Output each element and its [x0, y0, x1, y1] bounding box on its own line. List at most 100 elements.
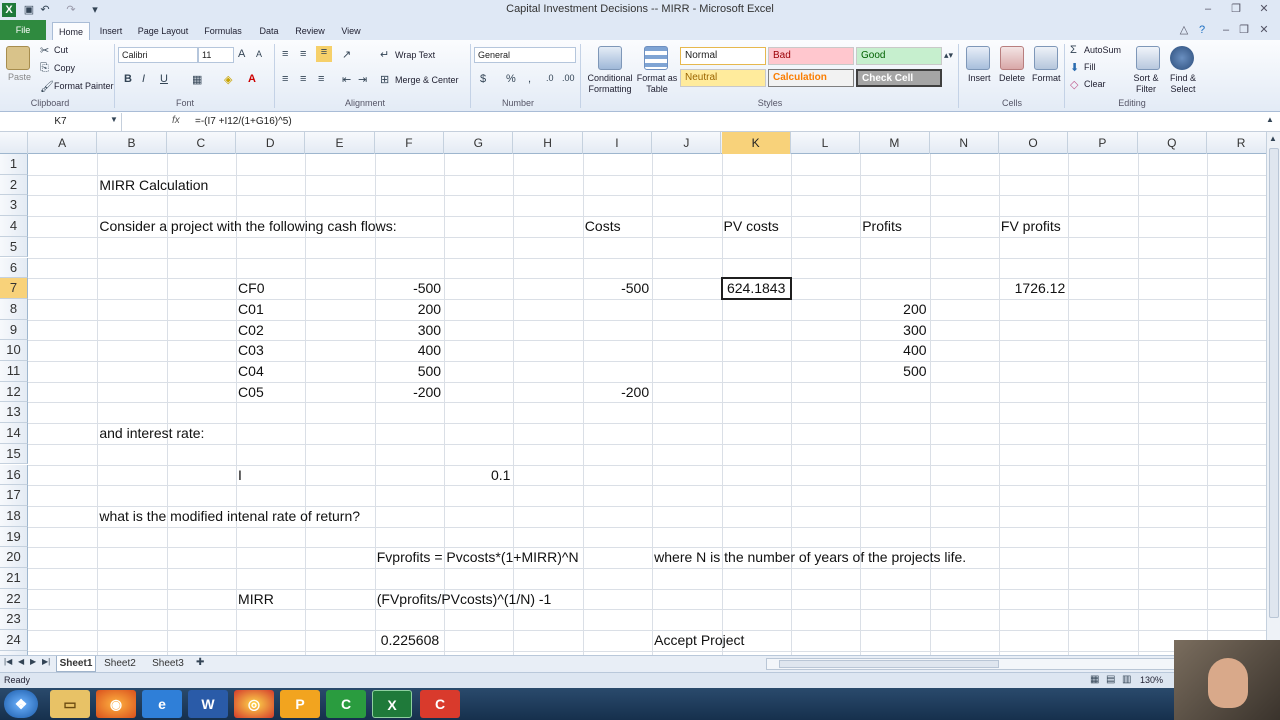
- column-header-o[interactable]: O: [999, 132, 1069, 154]
- column-header-a[interactable]: A: [28, 132, 98, 154]
- tab-home[interactable]: Home: [52, 22, 90, 40]
- format-button[interactable]: Format: [1032, 73, 1061, 83]
- styles-scroll-icon[interactable]: ▴▾: [944, 50, 953, 61]
- cell-m11[interactable]: 500: [860, 361, 926, 382]
- cell-m9[interactable]: 300: [860, 320, 926, 341]
- cell-j24[interactable]: Accept Project: [654, 630, 744, 651]
- style-bad[interactable]: Bad: [768, 47, 854, 65]
- style-good[interactable]: Good: [856, 47, 942, 65]
- insert-function-icon[interactable]: fx: [172, 115, 180, 126]
- row-header-4[interactable]: 4: [0, 216, 28, 237]
- insert-button[interactable]: Insert: [968, 73, 991, 83]
- style-neutral[interactable]: Neutral: [680, 69, 766, 87]
- row-header-10[interactable]: 10: [0, 340, 28, 361]
- column-header-d[interactable]: D: [236, 132, 306, 154]
- row-header-16[interactable]: 16: [0, 464, 28, 486]
- align-right-icon[interactable]: ≡: [318, 73, 324, 85]
- cell-k4[interactable]: PV costs: [724, 216, 779, 237]
- tab-page-layout[interactable]: Page Layout: [134, 22, 192, 40]
- tab-insert[interactable]: Insert: [94, 22, 128, 40]
- tab-data[interactable]: Data: [254, 22, 284, 40]
- row-header-19[interactable]: 19: [0, 526, 28, 548]
- align-center-icon[interactable]: ≡: [300, 73, 306, 85]
- delete-cells-icon[interactable]: [1000, 46, 1024, 70]
- cell-d10[interactable]: C03: [238, 340, 264, 361]
- column-header-i[interactable]: I: [583, 132, 653, 154]
- row-header-9[interactable]: 9: [0, 319, 28, 341]
- paste-icon[interactable]: [6, 46, 30, 70]
- expand-formula-bar-icon[interactable]: ▲: [1266, 115, 1274, 124]
- column-header-c[interactable]: C: [167, 132, 237, 154]
- binoculars-icon[interactable]: [1170, 46, 1194, 70]
- horizontal-scroll-thumb[interactable]: [779, 660, 999, 668]
- cell-m10[interactable]: 400: [860, 340, 926, 361]
- cell-d11[interactable]: C04: [238, 361, 264, 382]
- align-bottom-icon[interactable]: ≡: [316, 46, 332, 62]
- orientation-icon[interactable]: ↗: [342, 48, 351, 61]
- find-select-button[interactable]: Find & Select: [1164, 73, 1202, 95]
- format-as-table-button[interactable]: Format as Table: [636, 73, 678, 95]
- cell-i4[interactable]: Costs: [585, 216, 621, 237]
- cell-d9[interactable]: C02: [238, 320, 264, 341]
- workbook-minimize-icon[interactable]: –: [1218, 23, 1234, 37]
- row-header-7[interactable]: 7: [0, 278, 28, 299]
- row-header-20[interactable]: 20: [0, 547, 28, 568]
- scroll-up-icon[interactable]: ▲: [1269, 134, 1277, 143]
- decrease-indent-icon[interactable]: ⇤: [342, 73, 351, 86]
- name-box[interactable]: K7: [0, 113, 122, 131]
- help-icon[interactable]: ?: [1194, 23, 1210, 37]
- style-calculation[interactable]: Calculation: [768, 69, 854, 87]
- worksheet-grid[interactable]: ABCDEFGHIJKLMNOPQR 1 2 3 4 5 6 7 8 9 10 11 12 13 14 15…: [0, 132, 1266, 655]
- font-size-combo[interactable]: 11: [198, 47, 234, 63]
- row-header-18[interactable]: 18: [0, 505, 28, 527]
- row-header-13[interactable]: 13: [0, 402, 28, 424]
- format-painter-button[interactable]: Format Painter: [54, 81, 114, 91]
- paste-button[interactable]: Paste: [8, 72, 31, 82]
- name-box-dropdown-icon[interactable]: ▼: [110, 115, 118, 124]
- percent-icon[interactable]: %: [506, 73, 516, 85]
- workbook-restore-icon[interactable]: ❐: [1236, 23, 1252, 37]
- autosum-button[interactable]: AutoSum: [1084, 45, 1121, 55]
- minimize-icon[interactable]: –: [1200, 2, 1216, 16]
- row-header-1[interactable]: 1: [0, 154, 28, 175]
- firefox-icon[interactable]: ◉: [96, 690, 136, 718]
- page-break-view-icon[interactable]: ▥: [1122, 674, 1131, 685]
- cell-f8[interactable]: 200: [375, 299, 441, 320]
- increase-decimal-icon[interactable]: .0: [546, 73, 554, 83]
- word-icon[interactable]: W: [188, 690, 228, 718]
- column-header-r[interactable]: R: [1207, 132, 1266, 154]
- next-sheet-icon[interactable]: ▶: [30, 657, 36, 666]
- tab-formulas[interactable]: Formulas: [198, 22, 248, 40]
- file-explorer-icon[interactable]: ▭: [50, 690, 90, 718]
- close-icon[interactable]: ✕: [1256, 2, 1272, 16]
- align-left-icon[interactable]: ≡: [282, 73, 288, 85]
- formula-input[interactable]: =-(I7 +I12/(1+G16)^5): [195, 116, 292, 127]
- merge-center-button[interactable]: Merge & Center: [395, 75, 459, 85]
- powerpoint-icon[interactable]: P: [280, 690, 320, 718]
- cell-m8[interactable]: 200: [860, 299, 926, 320]
- last-sheet-icon[interactable]: ▶|: [42, 657, 50, 666]
- row-header-2[interactable]: 2: [0, 174, 28, 196]
- style-check-cell[interactable]: Check Cell: [856, 69, 942, 87]
- column-header-l[interactable]: L: [791, 132, 861, 154]
- cell-d16[interactable]: I: [238, 465, 242, 486]
- row-header-21[interactable]: 21: [0, 568, 28, 589]
- row-header-14[interactable]: 14: [0, 423, 28, 444]
- format-cells-icon[interactable]: [1034, 46, 1058, 70]
- sheet-tab-sheet1[interactable]: Sheet1: [56, 656, 96, 672]
- comma-style-icon[interactable]: ,: [528, 73, 531, 85]
- decrease-decimal-icon[interactable]: .00: [562, 73, 575, 83]
- column-header-f[interactable]: F: [375, 132, 445, 154]
- borders-icon[interactable]: ▦: [192, 73, 202, 86]
- cell-i7[interactable]: -500: [583, 278, 649, 299]
- cell-f24[interactable]: 0.225608: [381, 630, 439, 651]
- cell-j20[interactable]: where N is the number of years of the pr…: [654, 547, 966, 568]
- row-header-22[interactable]: 22: [0, 588, 28, 610]
- align-top-icon[interactable]: ≡: [282, 48, 288, 60]
- column-header-m[interactable]: M: [860, 132, 930, 154]
- scroll-thumb[interactable]: [1269, 148, 1279, 618]
- row-header-12[interactable]: 12: [0, 381, 28, 403]
- column-header-q[interactable]: Q: [1138, 132, 1207, 154]
- cell-i12[interactable]: -200: [583, 382, 649, 403]
- collapse-ribbon-icon[interactable]: △: [1176, 23, 1192, 37]
